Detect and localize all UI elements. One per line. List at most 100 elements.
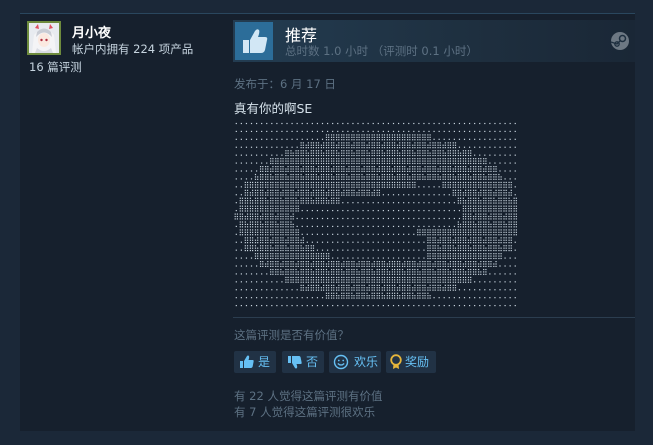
ascii-dot [320, 176, 323, 178]
ascii-dot [325, 292, 328, 294]
ascii-dot [312, 271, 315, 273]
ascii-dot [454, 142, 457, 144]
award-button[interactable]: 奖励 [386, 351, 436, 373]
yes-button[interactable]: 是 [234, 351, 276, 373]
ascii-dot [372, 233, 374, 235]
ascii-dot [419, 271, 421, 273]
ascii-dot [401, 281, 404, 283]
ascii-dot [443, 130, 445, 133]
ascii-dot [452, 281, 454, 283]
ascii-dot [337, 130, 339, 133]
ascii-dot [444, 249, 446, 252]
ascii-dot [250, 154, 253, 156]
ascii-dot [447, 276, 449, 279]
ascii-dot [483, 194, 485, 196]
ascii-dot [323, 276, 325, 279]
ascii-dot [434, 162, 436, 165]
ascii-dot [287, 213, 289, 215]
ascii-dot [454, 284, 457, 286]
ascii-dot [323, 284, 325, 286]
ascii-dot [285, 200, 287, 202]
ascii-dot [280, 194, 282, 196]
ascii-dot [408, 217, 410, 220]
ascii-dot [467, 263, 470, 265]
avatar[interactable] [27, 21, 61, 55]
ascii-dot [272, 221, 274, 223]
ascii-dot [444, 271, 446, 273]
ascii-dot [424, 287, 426, 289]
ascii-dot [297, 152, 299, 154]
ascii-dot [409, 178, 411, 180]
ascii-dot [363, 297, 365, 299]
ascii-dot [454, 170, 457, 172]
ascii-dot [275, 242, 277, 244]
ascii-dot [505, 197, 507, 199]
ascii-dot [312, 192, 315, 194]
ascii-dot [287, 181, 289, 184]
ascii-dot [490, 265, 492, 267]
ascii-dot [366, 168, 368, 170]
ascii-dot [368, 136, 370, 138]
ascii-dot [407, 176, 409, 178]
ascii-dot [475, 162, 477, 165]
ascii-dot [489, 273, 491, 275]
ascii-dot [302, 249, 304, 252]
ascii-dot [510, 200, 512, 202]
ascii-dot [462, 181, 465, 184]
ascii-dot [472, 226, 475, 228]
ascii-dot [457, 221, 459, 223]
ascii-dot [320, 181, 323, 184]
ascii-dot [300, 194, 302, 196]
ascii-dot [245, 289, 248, 291]
ascii-dot [336, 186, 338, 188]
ascii-dot [282, 194, 284, 196]
ascii-dot [338, 281, 340, 283]
ascii-dot [474, 130, 476, 133]
ascii-dot [343, 284, 345, 286]
reviews-count[interactable]: 16 篇评测 [29, 59, 82, 75]
ascii-dot [320, 162, 323, 165]
ascii-dot [381, 173, 383, 176]
ascii-dot [285, 197, 287, 199]
ascii-dot [386, 268, 388, 271]
ascii-dot [434, 271, 436, 273]
ascii-dot [287, 178, 289, 180]
ascii-dot [282, 239, 284, 241]
ascii-dot [343, 176, 345, 178]
ascii-dot [317, 268, 320, 271]
ascii-dot [514, 162, 516, 164]
ascii-dot [262, 215, 264, 218]
no-button[interactable]: 否 [282, 351, 324, 373]
ascii-dot [275, 237, 277, 239]
ascii-dot [371, 142, 373, 144]
ascii-dot [336, 184, 338, 186]
ascii-dot [297, 184, 299, 186]
ascii-dot [292, 215, 294, 218]
ascii-dot [311, 122, 313, 125]
ascii-dot [302, 154, 304, 157]
ascii-dot [454, 189, 457, 191]
ascii-dot [315, 162, 317, 165]
ascii-dot [503, 184, 505, 186]
ascii-dot [454, 255, 457, 257]
ascii-dot [396, 273, 399, 275]
ascii-dot [333, 142, 335, 144]
products-owned[interactable]: 帐户内拥有 224 项产品 [72, 41, 193, 57]
ascii-dot [246, 229, 249, 231]
ascii-dot [270, 194, 272, 196]
ascii-dot [312, 287, 315, 289]
ascii-dot [307, 279, 309, 281]
ascii-dot [475, 192, 477, 194]
ascii-dot [280, 178, 282, 180]
funny-button[interactable]: 欢乐 [329, 351, 381, 373]
ascii-dot [244, 239, 246, 241]
ascii-dot [346, 194, 348, 196]
ascii-dot [388, 160, 391, 162]
reviewer-name[interactable]: 月小夜 [72, 22, 111, 41]
ascii-dot [315, 176, 317, 178]
review-header[interactable]: 推荐 总时数 1.0 小时 （评测时 0.1 小时） [233, 20, 635, 62]
ascii-dot [333, 295, 335, 297]
ascii-dot [467, 189, 470, 191]
ascii-dot [382, 233, 384, 235]
ascii-dot [423, 202, 425, 204]
